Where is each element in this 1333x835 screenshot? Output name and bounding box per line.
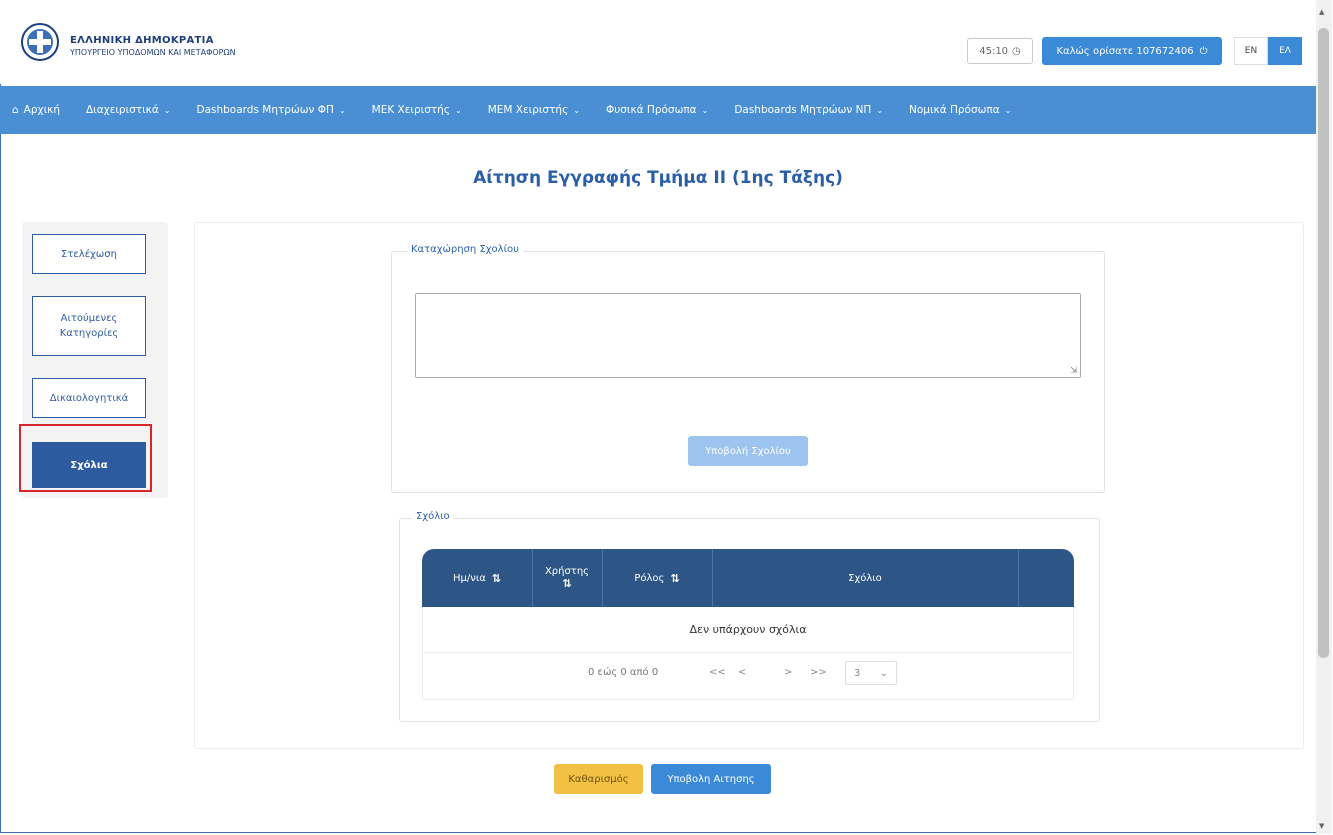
chevron-down-icon: ⌄ [338,105,346,115]
nav-item-legal-persons[interactable]: Νομικά Πρόσωπα ⌄ [909,104,1011,116]
column-comment-label: Σχόλιο [848,572,882,584]
scroll-down-arrow-icon[interactable]: ▼ [1319,822,1324,830]
nav-item-label: Νομικά Πρόσωπα [909,104,1000,116]
language-el-button[interactable]: ΕΛ [1268,37,1302,65]
table-paginator [422,653,1074,700]
greek-republic-logo-icon [21,23,59,61]
sort-icon: ⇅ [562,577,572,590]
highlight-box [19,424,152,492]
sort-icon: ⇅ [670,571,680,585]
first-page-button[interactable]: << [709,667,726,678]
sidebar-item-requested-categories[interactable]: Αιτούμενες Κατηγορίες [32,296,146,356]
nav-item-admin[interactable]: Διαχειριστικά ⌄ [86,104,171,116]
clock-icon: ◷ [1012,45,1021,57]
comments-table-header: Ημ/νια ⇅ Χρήστης ⇅ Ρόλος ⇅ Σχόλιο [422,549,1074,607]
nav-item-label: Διαχειριστικά [85,104,159,116]
column-divider [1018,549,1019,607]
last-page-button[interactable]: >> [810,667,827,678]
page-size-select[interactable]: 3 ⌄ [845,661,897,685]
home-icon: ⌂ [12,104,19,116]
nav-item-label: Dashboards Μητρώων ΦΠ [196,104,334,116]
brand-subtitle: ΥΠΟΥΡΓΕΙΟ ΥΠΟΔΟΜΩΝ ΚΑΙ ΜΕΤΑΦΟΡΩΝ [70,48,236,57]
chevron-down-icon: ⌄ [573,105,580,115]
scroll-up-arrow-icon[interactable]: ▲ [1319,8,1324,16]
previous-page-button[interactable]: < [738,667,746,678]
clear-button[interactable]: Καθαρισμός [554,764,643,794]
sidebar-item-documents[interactable]: Δικαιολογητικά [32,378,146,418]
sidebar-item-staffing[interactable]: Στελέχωση [32,234,146,274]
nav-item-label: Αρχική [23,104,60,116]
top-header: ΕΛΛΗΝΙΚΗ ΔΗΜΟΚΡΑΤΙΑ ΥΠΟΥΡΓΕΙΟ ΥΠΟΔΟΜΩΝ Κ… [0,0,1316,84]
nav-item-label: Dashboards Μητρώων ΝΠ [734,104,872,116]
empty-table-message: Δεν υπάρχουν σχόλια [422,607,1074,653]
nav-item-label: Φυσικά Πρόσωπα [605,104,697,116]
chevron-down-icon: ⌄ [879,667,888,679]
scrollbar-thumb[interactable] [1318,28,1329,658]
nav-item-natural-persons[interactable]: Φυσικά Πρόσωπα ⌄ [606,104,708,116]
comment-entry-legend: Καταχώρηση Σχολίου [407,244,523,255]
nav-item-home[interactable]: ⌂ Αρχική [12,104,60,116]
nav-item-label: ΜΕΜ Χειριστής [487,104,569,116]
next-page-button[interactable]: > [784,667,792,678]
nav-item-mek-operator[interactable]: ΜΕΚ Χειριστής ⌄ [372,104,462,116]
main-navbar: ⌂ Αρχική Διαχειριστικά ⌄ Dashboards Μητρ… [0,86,1316,134]
column-date-label: Ημ/νια [452,572,486,584]
pager-range-text: 0 εώς 0 από 0 [588,667,659,678]
brand-title: ΕΛΛΗΝΙΚΗ ΔΗΜΟΚΡΑΤΙΑ [70,35,214,46]
column-date[interactable]: Ημ/νια ⇅ [422,549,532,607]
chevron-down-icon: ⌄ [455,105,462,115]
timer-value: 45:10 [979,45,1009,57]
language-en-button[interactable]: EN [1234,37,1268,65]
comment-textarea[interactable] [415,293,1081,378]
chevron-down-icon: ⌄ [1004,105,1012,115]
page-title: Αίτηση Εγγραφής Τμήμα ΙΙ (1ης Τάξης) [473,168,843,188]
comments-legend: Σχόλιο [412,511,454,522]
chevron-down-icon: ⌄ [163,105,171,115]
nav-item-dashboards-np[interactable]: Dashboards Μητρώων ΝΠ ⌄ [734,104,883,116]
resize-handle-icon[interactable]: ⇲ [1070,366,1078,376]
welcome-label: Καλώς ορίσατε 107672406 [1056,45,1194,57]
submit-application-button[interactable]: Υποβολη Αιτησης [651,764,771,794]
power-icon: ⏻ [1199,45,1208,57]
sort-icon: ⇅ [491,571,502,585]
submit-comment-button[interactable]: Υποβολή Σχολίου [688,436,808,466]
page-size-value: 3 [854,667,861,679]
column-user[interactable]: Χρήστης ⇅ [532,549,602,607]
chevron-down-icon: ⌄ [876,105,884,115]
nav-item-dashboards-fp[interactable]: Dashboards Μητρώων ΦΠ ⌄ [197,104,346,116]
column-role-label: Ρόλος [634,572,665,584]
nav-item-label: ΜΕΚ Χειριστής [371,104,450,116]
column-role[interactable]: Ρόλος ⇅ [602,549,712,607]
column-user-label: Χρήστης [544,566,590,577]
session-timer: 45:10 ◷ [967,38,1033,64]
nav-item-mem-operator[interactable]: ΜΕΜ Χειριστής ⌄ [488,104,580,116]
welcome-logout-button[interactable]: Καλώς ορίσατε 107672406 ⏻ [1042,37,1222,65]
column-comment: Σχόλιο [712,549,1018,607]
chevron-down-icon: ⌄ [701,105,709,115]
